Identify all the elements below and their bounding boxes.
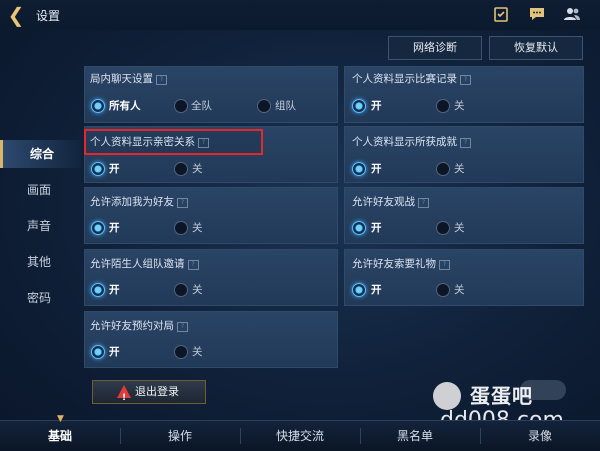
- chat-team-label: 全队: [191, 100, 212, 112]
- task-icon[interactable]: [493, 6, 511, 24]
- chat-settings-label: 局内聊天设置?: [90, 71, 167, 86]
- info-icon[interactable]: ?: [439, 260, 450, 270]
- achievements-off-radio[interactable]: [436, 162, 450, 176]
- tab-replay[interactable]: 录像: [500, 426, 580, 446]
- watermark-site-name: 蛋蛋吧: [470, 384, 533, 408]
- add-friend-off-radio[interactable]: [174, 221, 188, 235]
- chat-party-label: 组队: [275, 100, 296, 112]
- info-icon[interactable]: ?: [156, 75, 167, 85]
- reservation-label: 允许好友预约对局?: [90, 318, 188, 333]
- sidebar-item-other[interactable]: 其他: [0, 248, 78, 276]
- chat-bubble-icon[interactable]: [528, 6, 546, 24]
- spectate-on-label: 开: [371, 222, 382, 234]
- gift-request-off-label: 关: [454, 284, 465, 296]
- stranger-invite-off-radio[interactable]: [174, 283, 188, 297]
- gift-request-off-radio[interactable]: [436, 283, 450, 297]
- achievements-on-label: 开: [371, 163, 382, 175]
- add-friend-on-radio[interactable]: [91, 221, 105, 235]
- logout-label: 退出登录: [135, 385, 179, 398]
- stranger-invite-off-label: 关: [192, 284, 203, 296]
- friends-icon[interactable]: [563, 6, 581, 24]
- info-icon[interactable]: ?: [177, 198, 188, 208]
- sidebar-item-graphics[interactable]: 画面: [0, 176, 78, 204]
- spectate-off-label: 关: [454, 222, 465, 234]
- match-record-on-label: 开: [371, 100, 382, 112]
- reservation-off-radio[interactable]: [174, 345, 188, 359]
- match-record-label: 个人资料显示比赛记录?: [352, 71, 471, 86]
- tab-basic[interactable]: 基础: [20, 426, 100, 446]
- logout-button[interactable]: ! 退出登录: [92, 380, 206, 404]
- stranger-invite-label: 允许陌生人组队邀请?: [90, 256, 199, 271]
- chat-party-radio[interactable]: [257, 99, 271, 113]
- stranger-invite-on-label: 开: [109, 284, 120, 296]
- chat-all-radio[interactable]: [91, 99, 105, 113]
- info-icon[interactable]: ?: [460, 75, 471, 85]
- intimacy-label: 个人资料显示亲密关系?: [90, 134, 209, 149]
- info-icon[interactable]: ?: [460, 138, 471, 148]
- spectate-on-radio[interactable]: [352, 221, 366, 235]
- match-record-on-radio[interactable]: [352, 99, 366, 113]
- stranger-invite-on-radio[interactable]: [91, 283, 105, 297]
- tab-quick-chat[interactable]: 快捷交流: [252, 426, 348, 446]
- add-friend-off-label: 关: [192, 222, 203, 234]
- restore-default-button[interactable]: 恢复默认: [489, 36, 583, 60]
- tab-controls[interactable]: 操作: [140, 426, 220, 446]
- chat-all-label: 所有人: [109, 100, 141, 112]
- achievements-off-label: 关: [454, 163, 465, 175]
- reservation-off-label: 关: [192, 346, 203, 358]
- add-friend-on-label: 开: [109, 222, 120, 234]
- info-icon[interactable]: ?: [198, 138, 209, 148]
- info-icon[interactable]: ?: [418, 198, 429, 208]
- gift-request-label: 允许好友索要礼物?: [352, 256, 450, 271]
- back-arrow-icon[interactable]: ❮: [4, 4, 28, 26]
- reservation-on-radio[interactable]: [91, 345, 105, 359]
- add-friend-label: 允许添加我为好友?: [90, 194, 188, 209]
- reservation-on-label: 开: [109, 346, 120, 358]
- page-title: 设置: [36, 9, 61, 23]
- gift-request-on-label: 开: [371, 284, 382, 296]
- achievements-label: 个人资料显示所获成就?: [352, 134, 471, 149]
- info-icon[interactable]: ?: [177, 322, 188, 332]
- match-record-off-radio[interactable]: [436, 99, 450, 113]
- intimacy-on-label: 开: [109, 163, 120, 175]
- spectate-label: 允许好友观战?: [352, 194, 429, 209]
- gift-request-on-radio[interactable]: [352, 283, 366, 297]
- match-record-off-label: 关: [454, 100, 465, 112]
- sidebar-item-password[interactable]: 密码: [0, 284, 78, 312]
- network-diagnosis-button[interactable]: 网络诊断: [388, 36, 482, 60]
- tab-blacklist[interactable]: 黑名单: [375, 426, 455, 446]
- sidebar-item-sound[interactable]: 声音: [0, 212, 78, 240]
- sidebar-item-general[interactable]: 综合: [0, 140, 81, 168]
- chevron-down-icon: ▼: [57, 414, 64, 424]
- watermark-logo-icon: [433, 382, 461, 410]
- info-icon[interactable]: ?: [187, 260, 199, 270]
- chat-team-radio[interactable]: [174, 99, 188, 113]
- spectate-off-radio[interactable]: [436, 221, 450, 235]
- intimacy-on-radio[interactable]: [91, 162, 105, 176]
- intimacy-off-radio[interactable]: [174, 162, 188, 176]
- intimacy-off-label: 关: [192, 163, 203, 175]
- achievements-on-radio[interactable]: [352, 162, 366, 176]
